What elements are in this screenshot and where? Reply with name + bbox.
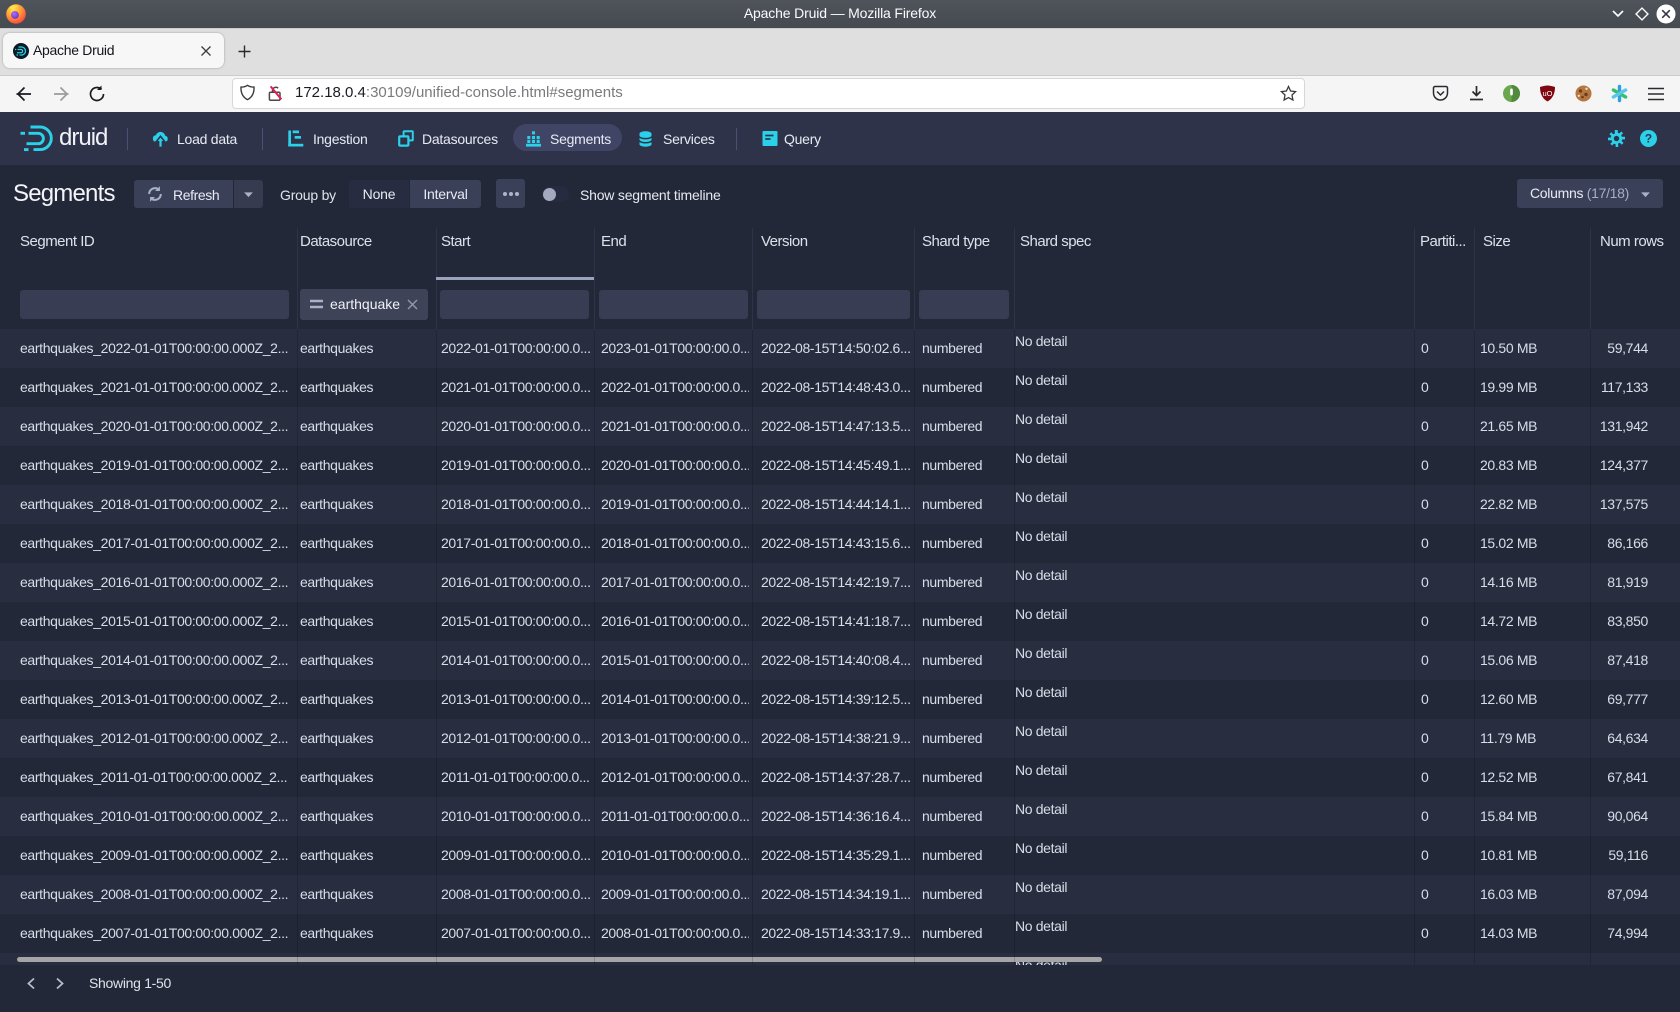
svg-text:?: ? (1645, 132, 1652, 146)
svg-text:uO: uO (1542, 89, 1552, 98)
